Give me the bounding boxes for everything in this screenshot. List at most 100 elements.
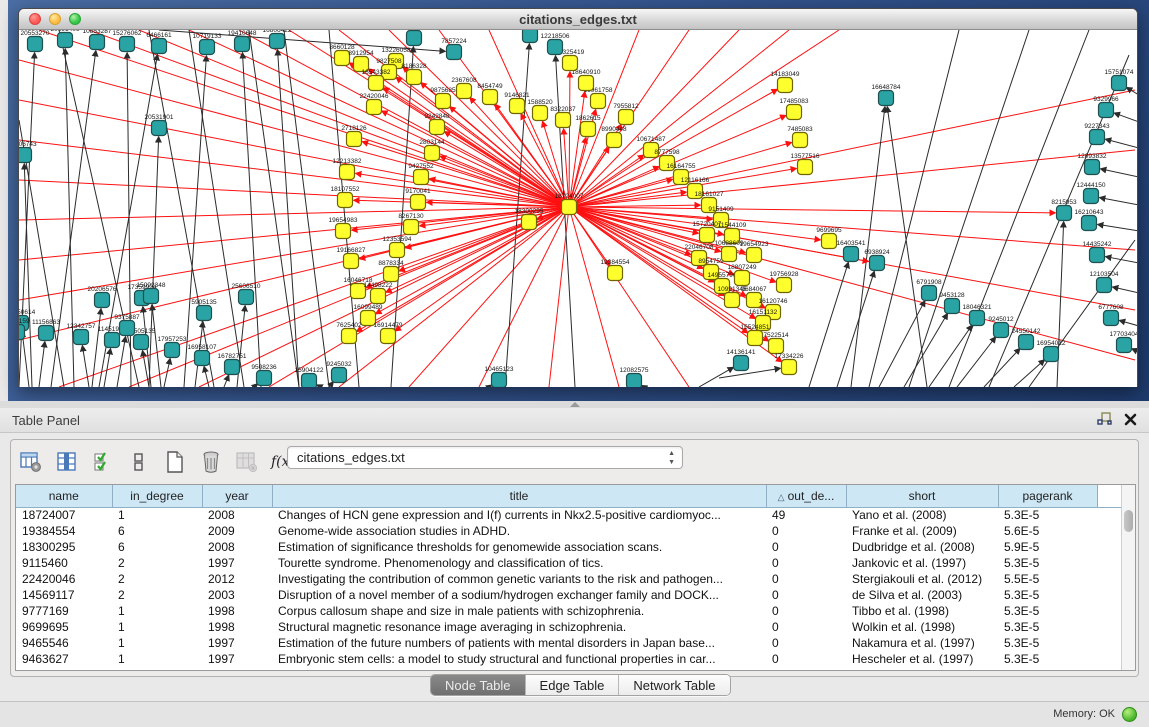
network-node[interactable]: 20691406	[51, 30, 80, 48]
network-node[interactable]: 14136141	[727, 349, 756, 371]
column-header-pagerank[interactable]: pagerank	[998, 485, 1097, 507]
table-row[interactable]: 1456911722003Disruption of a novel membe…	[16, 587, 1123, 603]
rows-icon[interactable]	[127, 450, 151, 474]
table-scrollbar[interactable]	[1121, 485, 1135, 670]
network-view-window[interactable]: citations_edges.txt 86601288912954132260…	[18, 8, 1138, 387]
network-node[interactable]: 20553270	[21, 30, 50, 52]
network-node[interactable]: 9106743	[19, 141, 37, 163]
network-node[interactable]: 19166827	[337, 247, 366, 269]
network-node[interactable]: 9146821	[504, 92, 530, 114]
network-node[interactable]: 16958107	[188, 344, 217, 366]
column-header-out_de[interactable]: △out_de...	[766, 485, 846, 507]
memory-ok-icon[interactable]	[1122, 707, 1137, 722]
network-node[interactable]: 2718126	[341, 125, 367, 147]
network-node[interactable]: 9427552	[408, 163, 434, 185]
network-node[interactable]: 16210643	[1075, 209, 1104, 231]
tab-network-table[interactable]: Network Table	[619, 675, 729, 695]
split-pane-divider[interactable]	[0, 401, 1149, 408]
network-canvas[interactable]: 8660128891295413226058982750816543382818…	[19, 30, 1137, 387]
network-node[interactable]: 12093832	[1078, 153, 1107, 175]
column-header-short[interactable]: short	[846, 485, 998, 507]
tab-node-table[interactable]: Node Table	[431, 675, 526, 695]
network-node[interactable]: 12103504	[1090, 271, 1119, 293]
network-node[interactable]: 7485083	[787, 126, 813, 148]
table-row[interactable]: 1830029562008Estimation of significance …	[16, 539, 1123, 555]
column-header-title[interactable]: title	[272, 485, 766, 507]
network-node[interactable]: 8813054	[517, 30, 543, 43]
column-header-in_degree[interactable]: in_degree	[112, 485, 202, 507]
network-node[interactable]: 7625402	[336, 322, 362, 344]
table-cell: 5.3E-5	[998, 651, 1097, 667]
network-node[interactable]: 6466161	[146, 32, 172, 54]
network-node[interactable]: 20531901	[145, 114, 174, 136]
table-row[interactable]: 946554611997Estimation of the future num…	[16, 635, 1123, 651]
table-toolbar: f(x)	[19, 447, 295, 477]
network-node[interactable]: 6938924	[864, 249, 890, 271]
network-node[interactable]: 8454749	[477, 83, 503, 105]
table-cell: 5.3E-5	[998, 587, 1097, 603]
network-node[interactable]: 16782751	[218, 353, 247, 375]
new-file-icon[interactable]	[163, 450, 187, 474]
network-node[interactable]: 17957253	[158, 336, 187, 358]
network-node[interactable]: 15751074	[1105, 69, 1134, 91]
network-node[interactable]: 17334226	[775, 353, 804, 375]
network-node[interactable]: 6791908	[916, 279, 942, 301]
network-node[interactable]: 12444150	[1077, 182, 1106, 204]
table-settings-icon[interactable]	[19, 450, 43, 474]
network-node[interactable]: 10853287	[83, 30, 112, 50]
network-node[interactable]: 9329966	[1093, 96, 1119, 118]
delete-icon[interactable]	[199, 450, 223, 474]
network-node[interactable]: 10465123	[485, 366, 514, 387]
select-rows-icon[interactable]	[91, 450, 115, 474]
network-node[interactable]: 5905135	[191, 299, 217, 321]
column-display-icon[interactable]	[55, 450, 79, 474]
window-titlebar[interactable]: citations_edges.txt	[19, 9, 1137, 30]
network-node[interactable]: 16954012	[1037, 340, 1066, 362]
network-node[interactable]: 12342757	[67, 323, 96, 345]
float-panel-icon[interactable]	[1097, 412, 1112, 431]
network-node[interactable]: 16403541	[837, 240, 866, 262]
table-row[interactable]: 977716911998Corpus callosum shape and si…	[16, 603, 1123, 619]
table-row[interactable]: 911546021997Tourette syndrome. Phenomeno…	[16, 555, 1123, 571]
network-node[interactable]: 9453128	[939, 292, 965, 314]
close-panel-icon[interactable]	[1124, 413, 1137, 431]
divider-handle-icon[interactable]	[570, 402, 580, 407]
network-node[interactable]: 7857224	[441, 38, 467, 60]
svg-text:17957253: 17957253	[158, 336, 187, 343]
column-header-name[interactable]: name	[16, 485, 112, 507]
network-node[interactable]: 19654923	[740, 241, 769, 263]
network-node[interactable]: 20206576	[88, 286, 117, 308]
table-row[interactable]: 1938455462009Genome-wide association stu…	[16, 523, 1123, 539]
tab-edge-table[interactable]: Edge Table	[526, 675, 620, 695]
network-node[interactable]: 9508236	[251, 364, 277, 386]
network-node[interactable]: 6777608	[1098, 304, 1124, 326]
network-node[interactable]: 1588520	[527, 99, 553, 121]
network-node[interactable]: 13577516	[791, 153, 820, 175]
svg-text:11156863: 11156863	[32, 319, 60, 326]
network-node[interactable]: 9227343	[1084, 123, 1110, 145]
network-node[interactable]: 12213382	[333, 158, 362, 180]
network-node[interactable]: 14435242	[1083, 241, 1112, 263]
network-node[interactable]: 7522514	[763, 332, 789, 354]
network-node[interactable]: 14183049	[771, 71, 800, 93]
network-node[interactable]: 8322037	[550, 106, 576, 128]
network-node[interactable]: 14498222	[364, 282, 393, 304]
network-table-select[interactable]: citations_edges.txt ▲▼	[287, 446, 683, 469]
network-node[interactable]: 16033809	[400, 30, 429, 46]
scrollbar-thumb[interactable]	[1124, 510, 1133, 532]
network-node[interactable]: 8990448	[601, 126, 627, 148]
network-node[interactable]: 19384554	[601, 259, 630, 281]
table-row[interactable]: 1872400712008Changes of HCN gene express…	[16, 507, 1123, 523]
table-row[interactable]: 2242004622012Investigating the contribut…	[16, 571, 1123, 587]
table-row[interactable]: 969969511998Structural magnetic resonanc…	[16, 619, 1123, 635]
network-node[interactable]: 2803144	[419, 139, 445, 161]
network-node[interactable]: 12082575	[620, 367, 649, 387]
table-cell: 0	[766, 619, 846, 635]
network-node[interactable]: 16648784	[872, 84, 901, 106]
table-row[interactable]: 946362711997Embryonic stem cells: a mode…	[16, 651, 1123, 667]
network-node[interactable]: 7955812	[613, 103, 639, 125]
network-node[interactable]: 19410648	[228, 30, 257, 52]
column-header-year[interactable]: year	[202, 485, 272, 507]
network-node[interactable]: 8215953	[1051, 199, 1077, 221]
network-graph[interactable]: 8660128891295413226058982750816543382818…	[19, 30, 1137, 387]
